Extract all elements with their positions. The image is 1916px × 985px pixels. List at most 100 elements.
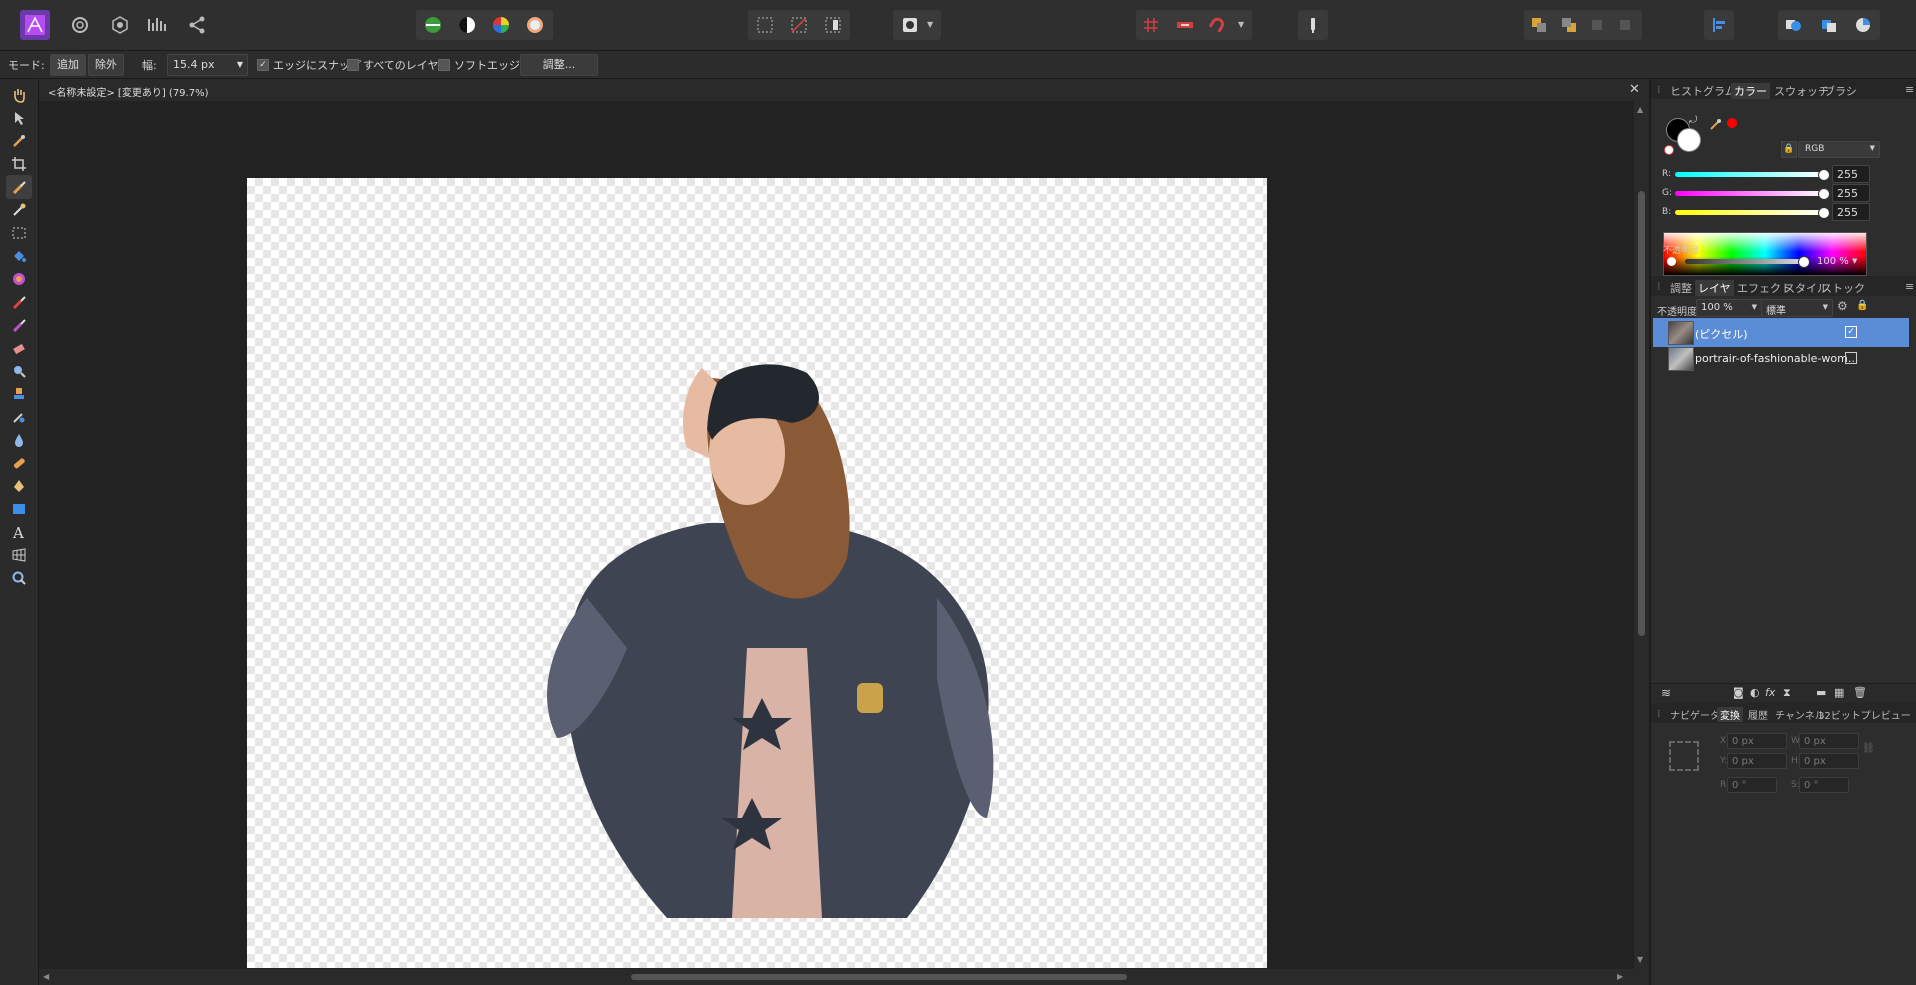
document-tab[interactable]: <名称未設定> [変更あり] (79.7%) ✕ xyxy=(39,79,1649,101)
y-field[interactable]: 0 px xyxy=(1727,753,1787,769)
panel-grip-icon[interactable]: ⁞ xyxy=(1657,83,1661,96)
mixer-brush-tool-icon[interactable] xyxy=(6,313,32,337)
subtract-mode-button[interactable]: 除外 xyxy=(88,54,124,76)
add-group-folder-icon[interactable]: ▬ xyxy=(1816,686,1826,699)
color-model-dropdown[interactable]: RGB ▼ xyxy=(1798,141,1880,158)
invert-selection-icon[interactable] xyxy=(818,10,848,40)
tab-32bit-preview[interactable]: 32ビットプレビュー xyxy=(1818,707,1911,722)
anchor-selector-icon[interactable] xyxy=(1669,741,1699,771)
levels-icon[interactable] xyxy=(418,10,448,40)
panel-menu-icon[interactable]: ≡ xyxy=(1905,280,1914,293)
soft-edge-checkbox[interactable] xyxy=(438,59,450,71)
color-opacity-value[interactable]: 100 % xyxy=(1817,256,1849,267)
grid-icon[interactable] xyxy=(1136,10,1166,40)
width-field[interactable]: 15.4 px ▼ xyxy=(167,54,248,76)
horizontal-scrollbar[interactable]: ◀ ▶ xyxy=(39,969,1649,985)
crop-tool-icon[interactable] xyxy=(6,152,32,176)
tab-transform[interactable]: 変換 xyxy=(1717,707,1743,722)
dodge-tool-icon[interactable] xyxy=(6,359,32,383)
layer-settings-gear-icon[interactable]: ⚙ xyxy=(1837,299,1848,313)
r-value-field[interactable]: 255 xyxy=(1832,165,1870,183)
erase-tool-icon[interactable] xyxy=(6,336,32,360)
layer-visibility-checkbox[interactable] xyxy=(1845,352,1857,364)
x-field[interactable]: 0 px xyxy=(1727,733,1787,749)
h-field[interactable]: 0 px xyxy=(1799,753,1859,769)
move-to-back-icon[interactable] xyxy=(1524,10,1554,40)
lock-icon[interactable]: 🔒 xyxy=(1781,141,1797,158)
pen-tool-icon[interactable] xyxy=(6,474,32,498)
hsl-icon[interactable] xyxy=(486,10,516,40)
chevron-down-icon[interactable]: ▼ xyxy=(1852,257,1857,265)
deselect-icon[interactable] xyxy=(784,10,814,40)
tone-mapping-persona-icon[interactable] xyxy=(143,10,173,40)
mesh-warp-tool-icon[interactable] xyxy=(6,543,32,567)
scroll-up-icon[interactable]: ▲ xyxy=(1637,105,1643,114)
scroll-right-icon[interactable]: ▶ xyxy=(1617,972,1623,981)
layer-row[interactable]: portrair-of-fashionable-wom... xyxy=(1653,344,1909,373)
tab-adjustments[interactable]: 調整 xyxy=(1670,280,1692,296)
secondary-color-swatch[interactable] xyxy=(1677,128,1701,152)
quick-mask-icon[interactable] xyxy=(895,10,925,40)
rectangle-tool-icon[interactable] xyxy=(6,497,32,521)
flood-fill-tool-icon[interactable] xyxy=(6,244,32,268)
layer-opacity-dropdown[interactable]: 100 % ▼ xyxy=(1696,299,1762,317)
color-opacity-knob[interactable] xyxy=(1798,256,1810,268)
affinity-photo-logo-icon[interactable] xyxy=(20,10,50,40)
close-document-icon[interactable]: ✕ xyxy=(1629,82,1640,97)
tab-navigator[interactable]: ナビゲータ xyxy=(1670,707,1720,722)
move-tool-arrow-icon[interactable] xyxy=(6,106,32,130)
document-canvas[interactable] xyxy=(247,178,1267,968)
move-back-icon[interactable] xyxy=(1554,10,1584,40)
picked-color-swatch[interactable] xyxy=(1727,118,1737,128)
b-value-field[interactable]: 255 xyxy=(1832,203,1870,221)
subtract-boolean-icon[interactable] xyxy=(1814,10,1844,40)
no-fill-icon[interactable] xyxy=(1664,145,1674,155)
b-slider[interactable] xyxy=(1675,210,1825,215)
intersect-boolean-icon[interactable] xyxy=(1848,10,1878,40)
horizontal-scroll-thumb[interactable] xyxy=(631,974,1127,980)
swap-colors-icon[interactable]: ⤾ xyxy=(1689,115,1697,126)
link-icon[interactable]: ⛓ xyxy=(1862,743,1875,754)
delete-layer-icon[interactable]: 🗑 xyxy=(1853,686,1867,699)
tab-stock[interactable]: ストック xyxy=(1821,280,1865,296)
tab-brushes[interactable]: ブラシ xyxy=(1824,83,1857,99)
liquify-persona-icon[interactable] xyxy=(65,10,95,40)
selection-brush-tool-icon[interactable] xyxy=(6,175,32,199)
add-boolean-icon[interactable] xyxy=(1778,10,1808,40)
blur-brush-tool-icon[interactable] xyxy=(6,428,32,452)
align-icon[interactable] xyxy=(1704,10,1734,40)
tab-swatches[interactable]: スウォッチ xyxy=(1774,83,1829,99)
zoom-tool-icon[interactable] xyxy=(6,566,32,590)
add-mask-icon[interactable]: ◙ xyxy=(1733,686,1744,699)
flood-select-tool-icon[interactable] xyxy=(6,198,32,222)
red-eye-tool-icon[interactable] xyxy=(6,405,32,429)
tab-histogram[interactable]: ヒストグラム xyxy=(1670,83,1736,99)
eyedropper-icon[interactable] xyxy=(1709,117,1723,134)
all-layers-checkbox[interactable] xyxy=(347,59,359,71)
layers-stack-icon[interactable]: ≋ xyxy=(1661,686,1671,700)
tab-color[interactable]: カラー xyxy=(1731,83,1770,99)
tab-history[interactable]: 履歴 xyxy=(1748,707,1768,722)
clone-tool-icon[interactable] xyxy=(6,382,32,406)
scroll-down-icon[interactable]: ▼ xyxy=(1637,955,1643,964)
live-filter-icon[interactable]: ⧗ xyxy=(1783,686,1791,700)
layer-visibility-checkbox[interactable]: ✓ xyxy=(1845,326,1857,338)
vertical-scroll-thumb[interactable] xyxy=(1638,191,1645,636)
text-tool-icon[interactable]: A xyxy=(6,520,32,544)
b-slider-knob[interactable] xyxy=(1818,207,1830,219)
view-tool-hand-icon[interactable] xyxy=(6,83,32,107)
select-all-icon[interactable] xyxy=(750,10,780,40)
panel-grip-icon[interactable]: ⁞ xyxy=(1657,707,1661,720)
fx-icon[interactable]: fx xyxy=(1765,686,1775,699)
r-slider[interactable] xyxy=(1675,172,1825,177)
g-value-field[interactable]: 255 xyxy=(1832,184,1870,202)
pen-pressure-icon[interactable] xyxy=(1298,10,1328,40)
add-pixel-layer-icon[interactable]: ▦ xyxy=(1834,686,1844,699)
healing-brush-tool-icon[interactable] xyxy=(6,451,32,475)
color-wheel-tool-icon[interactable] xyxy=(6,267,32,291)
scroll-left-icon[interactable]: ◀ xyxy=(43,972,49,981)
export-persona-icon[interactable] xyxy=(182,10,212,40)
g-slider[interactable] xyxy=(1675,191,1825,196)
assistant-icon[interactable] xyxy=(1170,10,1200,40)
blend-mode-dropdown[interactable]: 標準 ▼ xyxy=(1761,299,1833,317)
